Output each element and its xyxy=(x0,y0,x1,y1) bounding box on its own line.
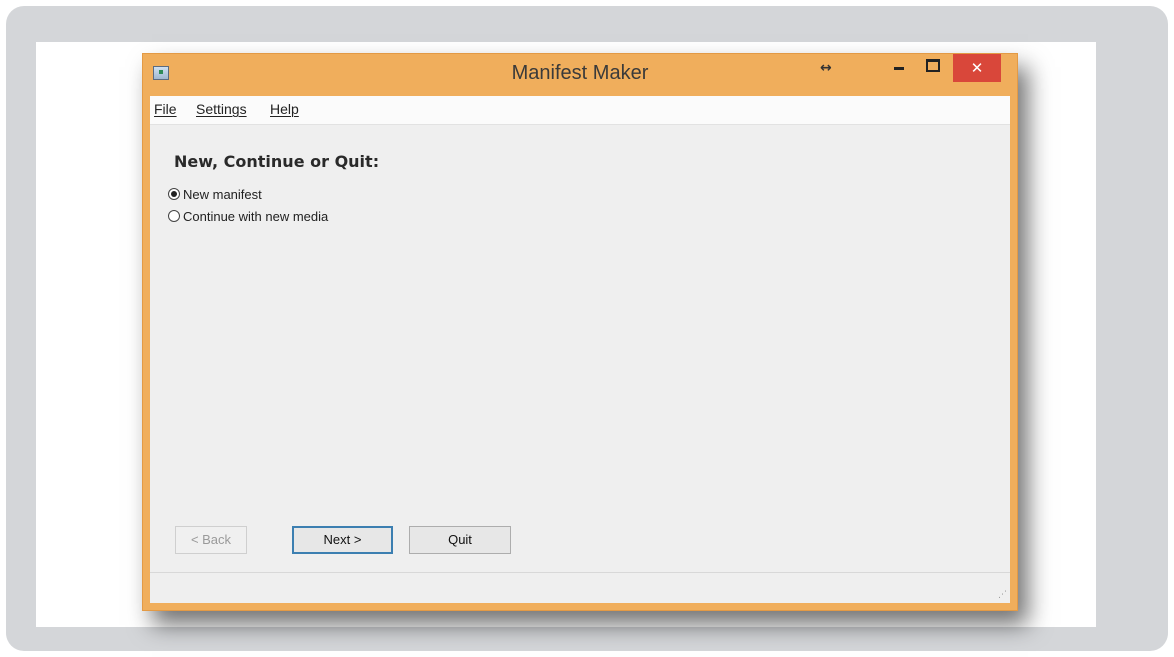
maximize-button[interactable] xyxy=(919,54,947,82)
menu-bar: File Settings Help xyxy=(150,96,1010,125)
app-window: Manifest Maker ↔ ✕ File Settings Help Ne… xyxy=(142,53,1018,611)
option-new-manifest[interactable]: New manifest xyxy=(168,184,262,204)
maximize-icon xyxy=(926,58,940,72)
menu-settings[interactable]: Settings xyxy=(196,101,247,117)
size-grip-icon[interactable]: ⋰ xyxy=(998,590,1007,600)
minimize-icon xyxy=(894,66,904,70)
option-continue-new-media[interactable]: Continue with new media xyxy=(168,206,328,226)
radio-button[interactable] xyxy=(168,210,180,222)
back-button[interactable]: < Back xyxy=(175,526,247,554)
close-icon: ✕ xyxy=(970,59,984,77)
resize-icon[interactable]: ↔ xyxy=(820,60,832,76)
quit-button[interactable]: Quit xyxy=(409,526,511,554)
radio-button-selected[interactable] xyxy=(168,188,180,200)
option-label: Continue with new media xyxy=(183,208,329,224)
window-client-area: File Settings Help New, Continue or Quit… xyxy=(150,96,1010,603)
minimize-button[interactable] xyxy=(885,54,913,82)
menu-file[interactable]: File xyxy=(154,101,177,117)
menu-help[interactable]: Help xyxy=(270,101,299,117)
title-bar[interactable]: Manifest Maker ↔ ✕ xyxy=(143,54,1017,92)
next-button[interactable]: Next > xyxy=(292,526,393,554)
status-bar: ⋰ xyxy=(150,572,1010,603)
option-label: New manifest xyxy=(183,186,262,202)
close-button[interactable]: ✕ xyxy=(953,54,1001,82)
page-heading: New, Continue or Quit: xyxy=(174,152,380,171)
